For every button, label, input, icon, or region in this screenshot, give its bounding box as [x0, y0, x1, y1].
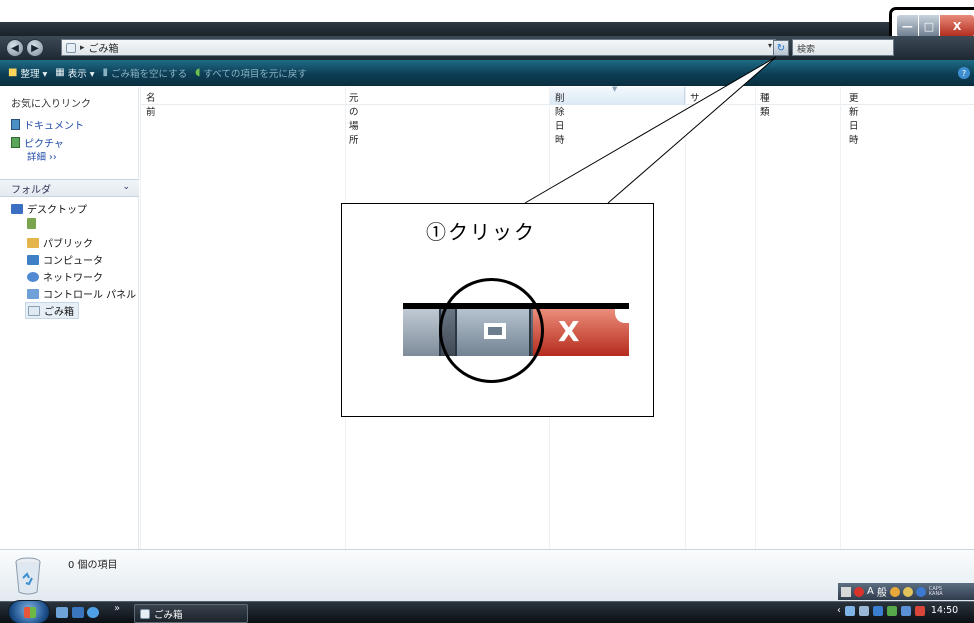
instruction-callout: ①クリック X — [341, 203, 654, 417]
highlight-circle — [439, 278, 544, 383]
callout-instruction: ①クリック — [426, 220, 536, 244]
zoom-minimize-button — [403, 309, 441, 356]
close-icon: X — [558, 315, 580, 348]
